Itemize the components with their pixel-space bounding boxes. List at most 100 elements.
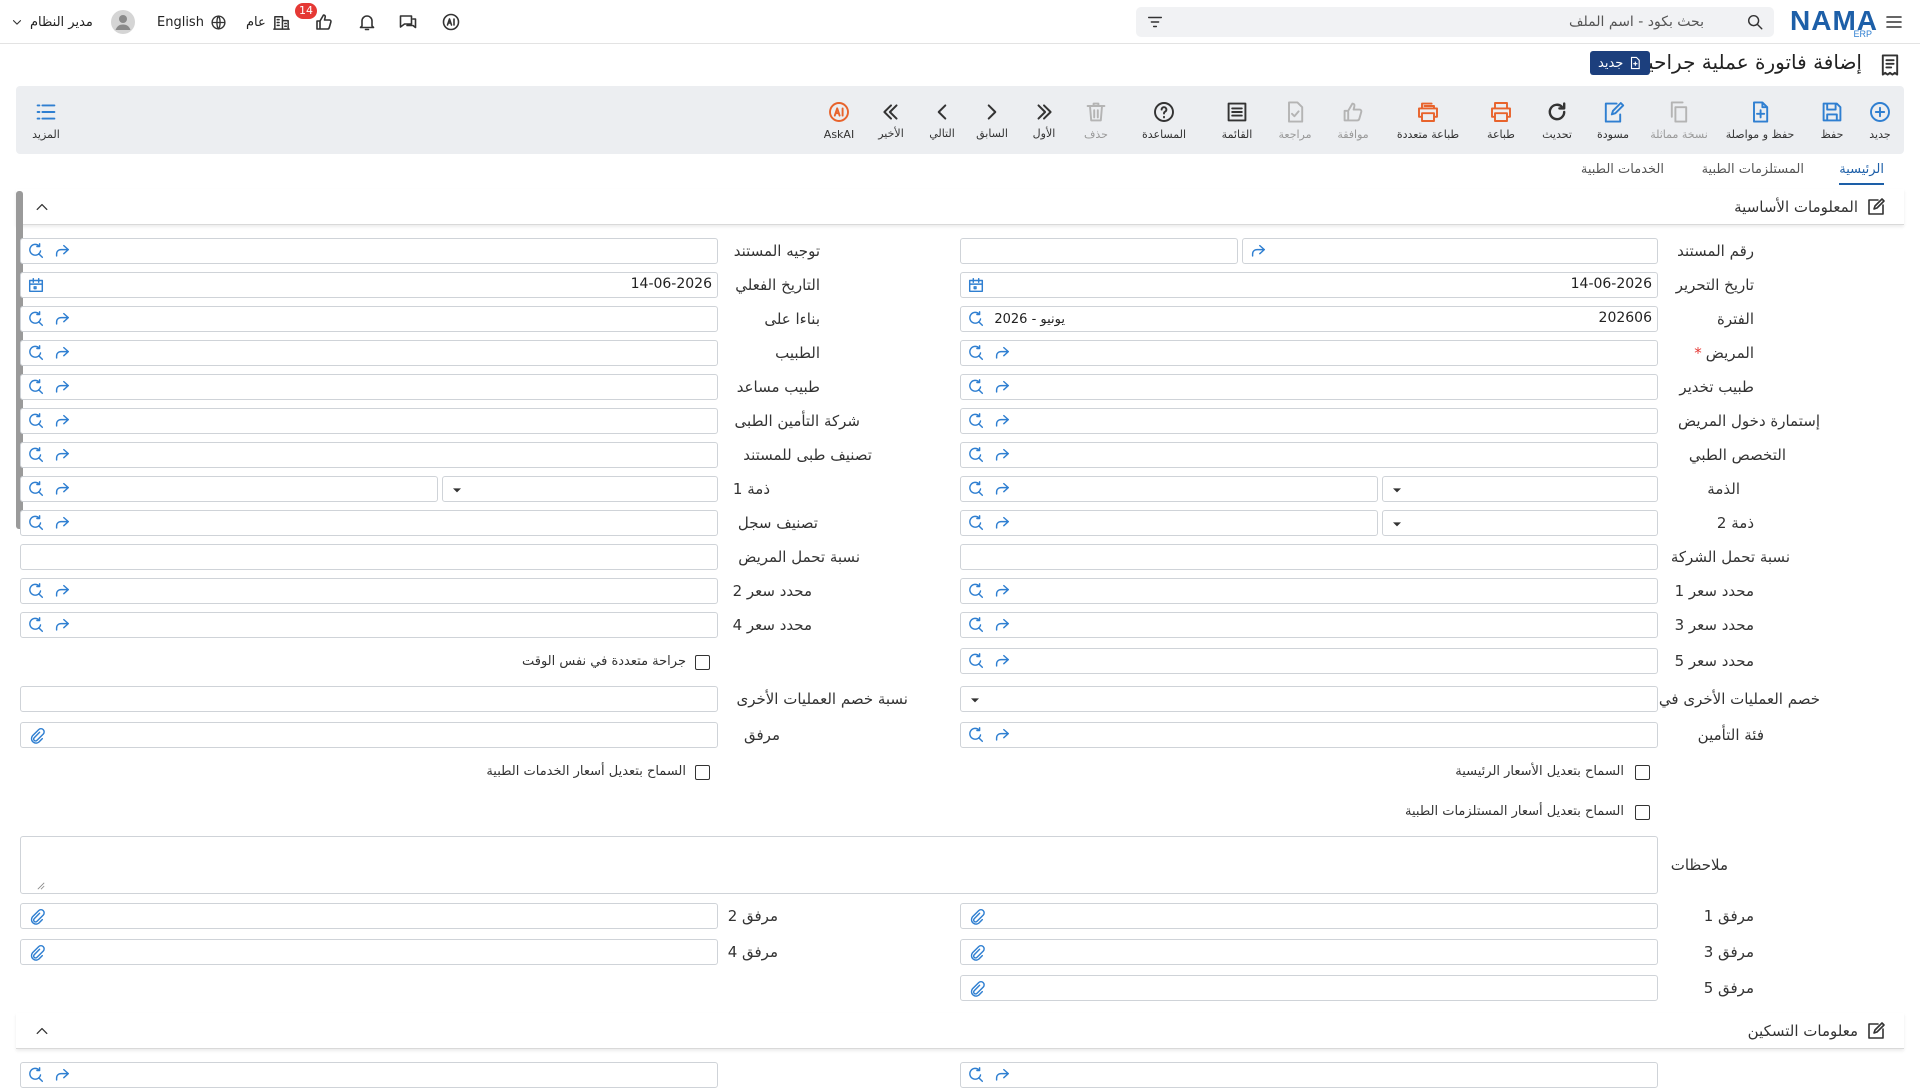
- forward-icon[interactable]: [1249, 242, 1267, 260]
- housing-field-left[interactable]: [20, 1062, 718, 1088]
- search-refresh-icon[interactable]: [27, 582, 45, 600]
- forward-icon[interactable]: [53, 616, 71, 634]
- askai-button[interactable]: AskAI: [814, 86, 864, 154]
- more-button[interactable]: المزيد: [26, 86, 66, 154]
- refresh-button[interactable]: تحديث: [1532, 86, 1582, 154]
- last-record-button[interactable]: الأخير: [868, 86, 914, 154]
- calendar-icon[interactable]: [967, 276, 985, 294]
- attachment1-field[interactable]: [960, 903, 1658, 929]
- account-type-select[interactable]: [1382, 476, 1658, 502]
- save-continue-button[interactable]: حفظ و مواصلة: [1716, 86, 1804, 154]
- attachment4-field[interactable]: [20, 939, 718, 965]
- forward-icon[interactable]: [993, 616, 1011, 634]
- help-button[interactable]: المساعدة: [1124, 86, 1204, 154]
- forward-icon[interactable]: [993, 652, 1011, 670]
- forward-icon[interactable]: [53, 582, 71, 600]
- allow-main-prices-checkbox[interactable]: [1635, 765, 1650, 780]
- based-on-field[interactable]: [20, 306, 718, 332]
- forward-icon[interactable]: [53, 412, 71, 430]
- price5-field[interactable]: [960, 648, 1658, 674]
- admission-field[interactable]: [960, 408, 1658, 434]
- search-refresh-icon[interactable]: [967, 514, 985, 532]
- forward-icon[interactable]: [993, 344, 1011, 362]
- search-refresh-icon[interactable]: [27, 378, 45, 396]
- period-field[interactable]: 2026 - يونيو 202606: [960, 306, 1658, 332]
- price3-field[interactable]: [960, 612, 1658, 638]
- price2-field[interactable]: [20, 578, 718, 604]
- attachment-field[interactable]: [20, 722, 718, 748]
- section-header-housing-info[interactable]: معلومات التسكين: [16, 1013, 1904, 1049]
- search-refresh-icon[interactable]: [27, 344, 45, 362]
- nama-erp-logo[interactable]: NAMA ERP: [1790, 2, 1878, 40]
- search-refresh-icon[interactable]: [967, 652, 985, 670]
- record-class-field[interactable]: [20, 510, 718, 536]
- paperclip-icon[interactable]: [967, 979, 985, 997]
- list-button[interactable]: القائمة: [1210, 86, 1264, 154]
- account2-field[interactable]: [960, 510, 1378, 536]
- forward-icon[interactable]: [53, 1066, 71, 1084]
- paperclip-icon[interactable]: [967, 907, 985, 925]
- doc-number-field[interactable]: [960, 238, 1238, 264]
- forward-icon[interactable]: [993, 480, 1011, 498]
- draft-button[interactable]: مسودة: [1588, 86, 1638, 154]
- forward-icon[interactable]: [993, 378, 1011, 396]
- global-search[interactable]: [1136, 7, 1774, 37]
- hamburger-menu-icon[interactable]: [1884, 0, 1904, 44]
- search-icon[interactable]: [1746, 13, 1764, 31]
- paperclip-icon[interactable]: [27, 726, 45, 744]
- search-refresh-icon[interactable]: [967, 1066, 985, 1084]
- chevron-up-icon[interactable]: [34, 199, 50, 215]
- tab-medical-supplies[interactable]: المستلزمات الطبية: [1702, 162, 1804, 177]
- forward-icon[interactable]: [993, 412, 1011, 430]
- assistant-field[interactable]: [20, 374, 718, 400]
- forward-icon[interactable]: [53, 344, 71, 362]
- duplicate-button[interactable]: نسخة مماثلة: [1646, 86, 1712, 154]
- search-refresh-icon[interactable]: [967, 344, 985, 362]
- insurance-co-field[interactable]: [20, 408, 718, 434]
- other-discount-pct-field[interactable]: [20, 686, 718, 712]
- branch-selector[interactable]: عام: [246, 0, 291, 44]
- account1-field[interactable]: [20, 476, 438, 502]
- chevron-up-icon[interactable]: [34, 1023, 50, 1039]
- forward-icon[interactable]: [993, 1066, 1011, 1084]
- other-discount-in-select[interactable]: [960, 686, 1658, 712]
- first-record-button[interactable]: الأول: [1020, 86, 1068, 154]
- attachment3-field[interactable]: [960, 939, 1658, 965]
- attachment5-field[interactable]: [960, 975, 1658, 1001]
- account-field[interactable]: [960, 476, 1378, 502]
- messages-button[interactable]: [398, 0, 418, 44]
- search-refresh-icon[interactable]: [967, 378, 985, 396]
- search-refresh-icon[interactable]: [27, 480, 45, 498]
- search-refresh-icon[interactable]: [27, 1066, 45, 1084]
- review-button[interactable]: مراجعة: [1270, 86, 1320, 154]
- search-refresh-icon[interactable]: [967, 582, 985, 600]
- search-refresh-icon[interactable]: [967, 412, 985, 430]
- edit-date-field[interactable]: 14-06-2026: [960, 272, 1658, 298]
- print-button[interactable]: طباعة: [1476, 86, 1526, 154]
- paperclip-icon[interactable]: [967, 943, 985, 961]
- multi-surgery-checkbox[interactable]: [695, 655, 710, 670]
- resize-handle-icon[interactable]: [37, 882, 45, 890]
- search-refresh-icon[interactable]: [27, 412, 45, 430]
- housing-field-right[interactable]: [960, 1062, 1658, 1088]
- attachment2-field[interactable]: [20, 903, 718, 929]
- anesthesia-field[interactable]: [960, 374, 1658, 400]
- tab-main[interactable]: الرئيسية: [1839, 162, 1884, 185]
- forward-icon[interactable]: [993, 726, 1011, 744]
- notifications-button[interactable]: [357, 0, 377, 44]
- account2-type-select[interactable]: [1382, 510, 1658, 536]
- new-button[interactable]: جديد: [1860, 86, 1900, 154]
- search-input[interactable]: [1174, 7, 1704, 37]
- search-refresh-icon[interactable]: [967, 446, 985, 464]
- ai-assistant-button[interactable]: [441, 0, 461, 44]
- company-share-field[interactable]: [960, 544, 1658, 570]
- multi-print-button[interactable]: طباعة متعددة: [1386, 86, 1470, 154]
- allow-supply-prices-checkbox[interactable]: [1635, 805, 1650, 820]
- language-switch[interactable]: English: [157, 0, 227, 44]
- forward-icon[interactable]: [53, 242, 71, 260]
- paperclip-icon[interactable]: [27, 907, 45, 925]
- previous-record-button[interactable]: السابق: [970, 86, 1014, 154]
- forward-icon[interactable]: [993, 582, 1011, 600]
- search-refresh-icon[interactable]: [27, 310, 45, 328]
- search-refresh-icon[interactable]: [967, 616, 985, 634]
